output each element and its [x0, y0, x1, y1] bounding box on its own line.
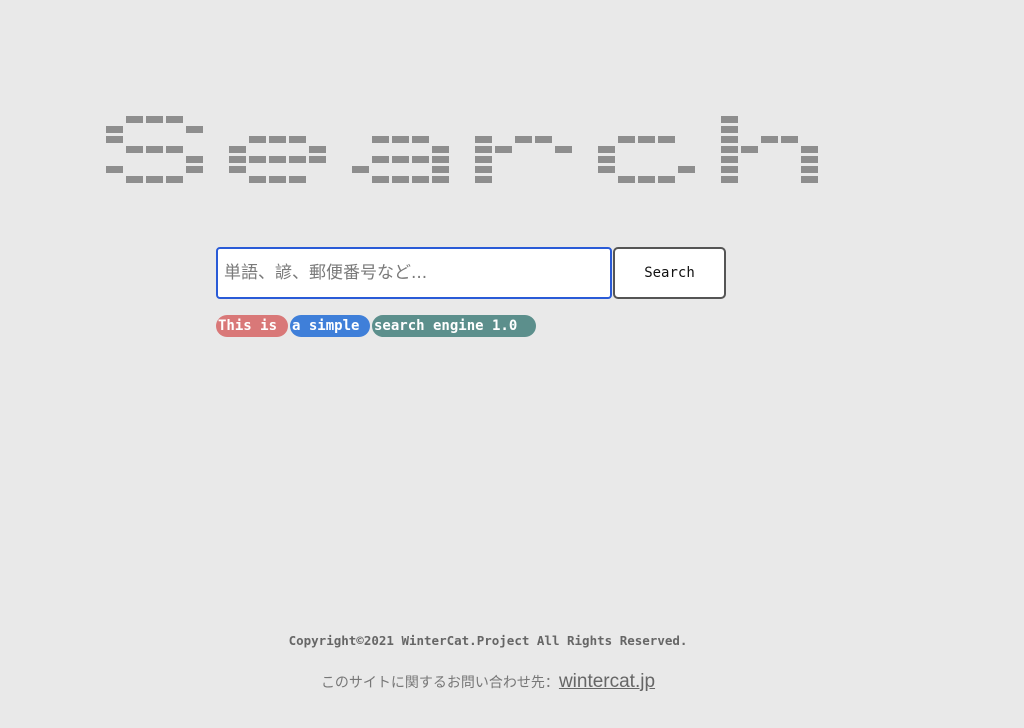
logo-pixel [741, 146, 758, 153]
logo-pixel [146, 146, 163, 153]
logo-pixel [475, 166, 492, 173]
logo-pixel [229, 146, 246, 153]
logo-pixel [598, 166, 615, 173]
logo-pixel [721, 146, 738, 153]
logo-pixel [658, 176, 675, 183]
logo-pixel [166, 146, 183, 153]
logo-pixel [721, 156, 738, 163]
logo-pixel [146, 116, 163, 123]
logo-pixel [638, 176, 655, 183]
contact-label: このサイトに関するお問い合わせ先： [320, 675, 559, 691]
logo-pixel [475, 136, 492, 143]
logo-pixel [618, 176, 635, 183]
logo-pixel [392, 176, 409, 183]
logo-pixel [721, 126, 738, 133]
logo-pixel [289, 176, 306, 183]
search-button[interactable]: Search [613, 247, 726, 299]
logo-pixel [475, 176, 492, 183]
logo-pixel [495, 146, 512, 153]
logo-dot-matrix-graphic [106, 116, 818, 183]
logo-glyph [229, 136, 326, 183]
logo-glyph [106, 116, 203, 183]
logo-pixel [412, 156, 429, 163]
logo-glyph [598, 136, 695, 183]
logo-pixel [146, 176, 163, 183]
site-logo [106, 116, 906, 206]
logo-pixel [618, 136, 635, 143]
contact-line: このサイトに関するお問い合わせ先：wintercat.jp [0, 671, 976, 693]
logo-pixel [432, 176, 449, 183]
logo-pixel [269, 176, 286, 183]
tag-a-simple: a simple [290, 315, 370, 337]
logo-pixel [555, 146, 572, 153]
logo-pixel [269, 156, 286, 163]
logo-pixel [475, 146, 492, 153]
logo-pixel [166, 176, 183, 183]
logo-pixel [801, 156, 818, 163]
logo-pixel [309, 146, 326, 153]
logo-pixel [475, 156, 492, 163]
logo-pixel [229, 166, 246, 173]
logo-pixel [126, 176, 143, 183]
logo-pixel [372, 156, 389, 163]
logo-pixel [166, 116, 183, 123]
logo-pixel [638, 136, 655, 143]
logo-pixel [106, 166, 123, 173]
logo-pixel [678, 166, 695, 173]
logo-pixel [186, 156, 203, 163]
logo-pixel [801, 176, 818, 183]
logo-pixel [598, 156, 615, 163]
logo-pixel [249, 156, 266, 163]
logo-glyph [475, 136, 572, 183]
logo-pixel [126, 116, 143, 123]
logo-pixel [432, 166, 449, 173]
logo-pixel [352, 166, 369, 173]
logo-pixel [372, 176, 389, 183]
logo-pixel [229, 156, 246, 163]
logo-pixel [249, 176, 266, 183]
search-input[interactable] [216, 247, 612, 299]
logo-pixel [186, 166, 203, 173]
logo-pixel [106, 126, 123, 133]
logo-pixel [106, 136, 123, 143]
logo-pixel [372, 136, 389, 143]
contact-link[interactable]: wintercat.jp [559, 671, 655, 692]
tag-search-engine-version: search engine 1.0 [372, 315, 536, 337]
tag-this-is: This is [216, 315, 288, 337]
logo-pixel [126, 146, 143, 153]
logo-pixel [412, 176, 429, 183]
logo-pixel [721, 176, 738, 183]
logo-glyph [721, 116, 818, 183]
logo-glyph [352, 136, 449, 183]
logo-pixel [801, 146, 818, 153]
logo-pixel [535, 136, 552, 143]
logo-pixel [781, 136, 798, 143]
logo-pixel [658, 136, 675, 143]
logo-pixel [269, 136, 286, 143]
logo-pixel [412, 136, 429, 143]
copyright-text: Copyright©2021 WinterCat.Project All Rig… [288, 633, 688, 648]
logo-pixel [432, 156, 449, 163]
logo-pixel [309, 156, 326, 163]
search-form: Search [216, 247, 728, 299]
logo-pixel [392, 156, 409, 163]
logo-pixel [289, 136, 306, 143]
tagline: This is a simple search engine 1.0 [216, 315, 536, 337]
logo-pixel [249, 136, 266, 143]
logo-pixel [432, 146, 449, 153]
logo-pixel [761, 136, 778, 143]
logo-pixel [721, 166, 738, 173]
logo-pixel [289, 156, 306, 163]
logo-pixel [721, 136, 738, 143]
logo-pixel [515, 136, 532, 143]
logo-pixel [801, 166, 818, 173]
logo-pixel [392, 136, 409, 143]
logo-pixel [598, 146, 615, 153]
logo-pixel [721, 116, 738, 123]
logo-pixel [186, 126, 203, 133]
